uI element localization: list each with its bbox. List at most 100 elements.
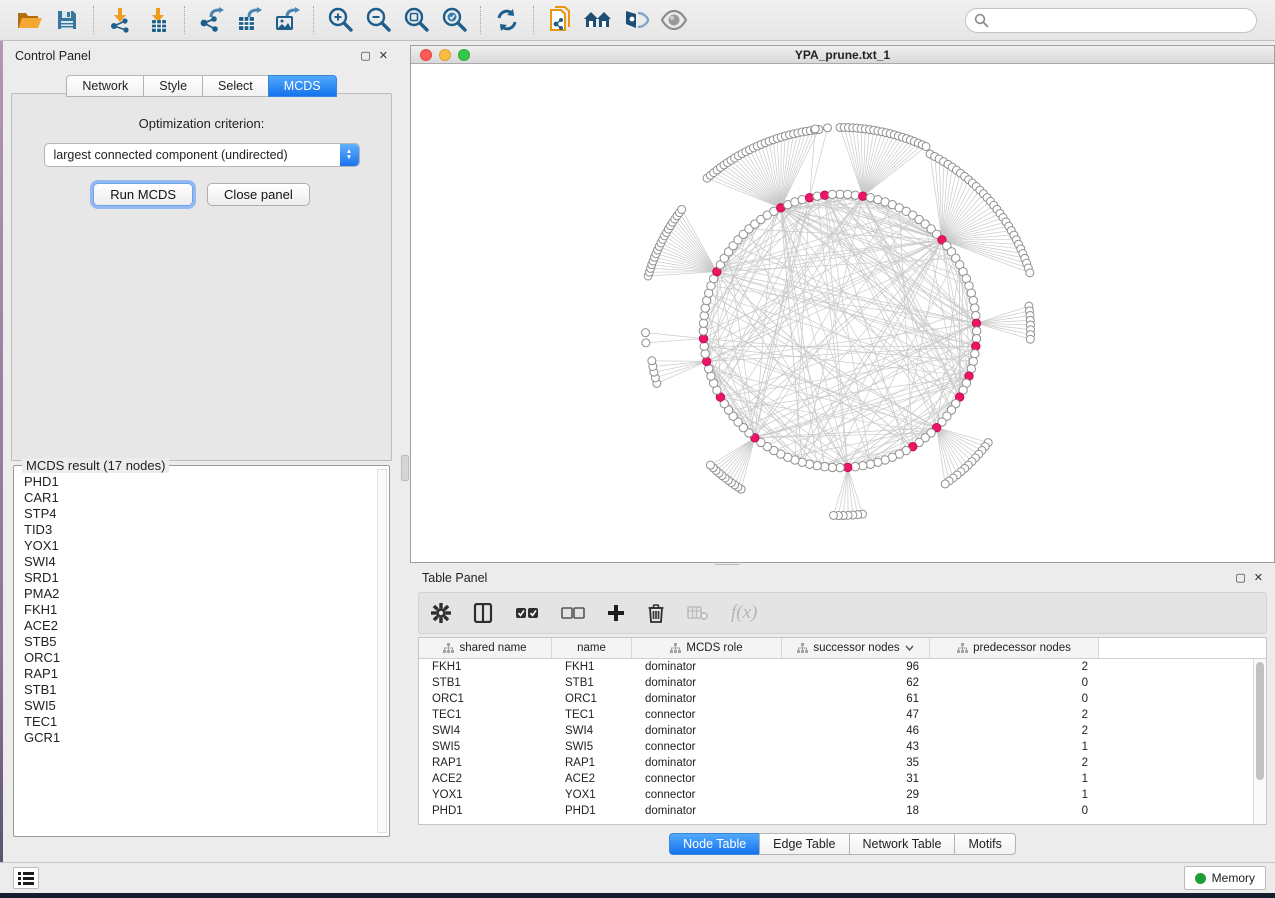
table-panel: Table Panel ▢ ✕ xyxy=(410,565,1275,862)
criterion-dropdown[interactable]: largest connected component (undirected)… xyxy=(44,143,360,167)
zoom-fit-icon[interactable] xyxy=(397,4,435,36)
table-row[interactable]: STB1STB1dominator620 xyxy=(419,675,1253,691)
export-image-icon[interactable] xyxy=(268,4,306,36)
cell-shared-name: PHD1 xyxy=(419,805,552,817)
table-row[interactable]: PHD1PHD1dominator180 xyxy=(419,803,1253,819)
task-history-button[interactable] xyxy=(13,867,39,889)
tab-node-table[interactable]: Node Table xyxy=(669,833,759,855)
export-table-icon[interactable] xyxy=(230,4,268,36)
control-panel-tabs: Network Style Select MCDS xyxy=(3,72,400,97)
close-panel-icon[interactable]: ✕ xyxy=(379,51,388,62)
columns-icon[interactable] xyxy=(473,603,493,623)
zoom-out-icon[interactable] xyxy=(359,4,397,36)
mcds-result-item[interactable]: PHD1 xyxy=(18,474,375,490)
cell-predecessor-nodes: 2 xyxy=(930,757,1099,769)
import-network-icon[interactable] xyxy=(101,4,139,36)
column-header-successor-nodes[interactable]: successor nodes xyxy=(782,638,930,658)
cell-mcds-role: dominator xyxy=(632,725,782,737)
table-header: shared name name MCDS role successor nod… xyxy=(419,638,1266,659)
close-panel-button[interactable]: Close panel xyxy=(207,183,310,206)
show-panel-icon[interactable] xyxy=(655,4,693,36)
add-column-icon[interactable] xyxy=(607,604,625,622)
table-row[interactable]: ACE2ACE2connector311 xyxy=(419,771,1253,787)
function-builder-icon[interactable]: f(x) xyxy=(731,602,757,624)
vertical-splitter[interactable] xyxy=(400,41,410,862)
cell-successor-nodes: 62 xyxy=(782,677,930,689)
mcds-result-item[interactable]: ACE2 xyxy=(18,618,375,634)
tab-edge-table[interactable]: Edge Table xyxy=(759,833,848,855)
network-from-file-icon[interactable] xyxy=(541,4,579,36)
clear-selection-icon[interactable] xyxy=(561,606,585,620)
splitter-handle[interactable] xyxy=(401,455,409,481)
table-row[interactable]: YOX1YOX1connector291 xyxy=(419,787,1253,803)
hierarchy-icon[interactable] xyxy=(579,4,617,36)
gear-icon[interactable] xyxy=(431,603,451,623)
table-row[interactable]: RAP1RAP1dominator352 xyxy=(419,755,1253,771)
cell-predecessor-nodes: 1 xyxy=(930,789,1099,801)
cell-predecessor-nodes: 1 xyxy=(930,773,1099,785)
toolbar-separator xyxy=(313,6,314,34)
close-panel-icon[interactable]: ✕ xyxy=(1254,573,1263,584)
mcds-result-item[interactable]: STP4 xyxy=(18,506,375,522)
mcds-result-item[interactable]: STB5 xyxy=(18,634,375,650)
delete-table-icon[interactable] xyxy=(687,605,709,621)
network-canvas[interactable] xyxy=(411,64,1274,562)
save-session-icon[interactable] xyxy=(48,4,86,36)
mcds-result-item[interactable]: YOX1 xyxy=(18,538,375,554)
network-view: YPA_prune.txt_1 xyxy=(410,45,1275,563)
import-table-icon[interactable] xyxy=(139,4,177,36)
table-scrollbar[interactable] xyxy=(1253,659,1266,824)
mcds-result-list[interactable]: PHD1CAR1STP4TID3YOX1SWI4SRD1PMA2FKH1ACE2… xyxy=(18,474,375,832)
mcds-result-item[interactable]: SRD1 xyxy=(18,570,375,586)
memory-button[interactable]: Memory xyxy=(1184,866,1266,890)
result-list-scrollbar[interactable] xyxy=(377,469,387,833)
mcds-result-item[interactable]: FKH1 xyxy=(18,602,375,618)
zoom-in-icon[interactable] xyxy=(321,4,359,36)
select-all-icon[interactable] xyxy=(515,606,539,620)
tab-style[interactable]: Style xyxy=(143,75,202,97)
mcds-result-item[interactable]: SWI5 xyxy=(18,698,375,714)
float-panel-icon[interactable]: ▢ xyxy=(360,51,370,62)
zoom-selected-icon[interactable] xyxy=(435,4,473,36)
mcds-result-item[interactable]: TEC1 xyxy=(18,714,375,730)
list-icon xyxy=(18,871,34,885)
mcds-result-item[interactable]: RAP1 xyxy=(18,666,375,682)
column-header-mcds-role[interactable]: MCDS role xyxy=(632,638,782,658)
tab-motifs[interactable]: Motifs xyxy=(954,833,1015,855)
search-field[interactable] xyxy=(965,8,1257,33)
refresh-icon[interactable] xyxy=(488,4,526,36)
float-panel-icon[interactable]: ▢ xyxy=(1235,573,1245,584)
criterion-dropdown-value: largest connected component (undirected) xyxy=(45,148,340,162)
mcds-result-item[interactable]: TID3 xyxy=(18,522,375,538)
mcds-result-item[interactable]: PMA2 xyxy=(18,586,375,602)
table-row[interactable]: FKH1FKH1dominator962 xyxy=(419,659,1253,675)
table-tabs: Node Table Edge Table Network Table Moti… xyxy=(410,833,1275,855)
tab-select[interactable]: Select xyxy=(202,75,268,97)
export-network-icon[interactable] xyxy=(192,4,230,36)
table-row[interactable]: ORC1ORC1dominator610 xyxy=(419,691,1253,707)
open-file-icon[interactable] xyxy=(10,4,48,36)
mcds-result-item[interactable]: SWI4 xyxy=(18,554,375,570)
mcds-result-item[interactable]: CAR1 xyxy=(18,490,375,506)
mcds-result-box: MCDS result (17 nodes) PHD1CAR1STP4TID3Y… xyxy=(13,465,390,837)
tab-network[interactable]: Network xyxy=(66,75,143,97)
column-header-shared-name[interactable]: shared name xyxy=(419,638,552,658)
hide-panel-icon[interactable] xyxy=(617,4,655,36)
cell-predecessor-nodes: 0 xyxy=(930,805,1099,817)
column-label: shared name xyxy=(459,642,526,654)
tab-network-table[interactable]: Network Table xyxy=(849,833,955,855)
table-row[interactable]: SWI5SWI5connector431 xyxy=(419,739,1253,755)
column-header-name[interactable]: name xyxy=(552,638,632,658)
search-input[interactable] xyxy=(994,13,1248,27)
mcds-result-item[interactable]: ORC1 xyxy=(18,650,375,666)
tab-mcds[interactable]: MCDS xyxy=(268,75,337,97)
delete-column-icon[interactable] xyxy=(647,603,665,623)
scrollbar-thumb[interactable] xyxy=(1256,662,1264,780)
cell-predecessor-nodes: 0 xyxy=(930,693,1099,705)
column-header-predecessor-nodes[interactable]: predecessor nodes xyxy=(930,638,1099,658)
mcds-result-item[interactable]: GCR1 xyxy=(18,730,375,746)
mcds-result-item[interactable]: STB1 xyxy=(18,682,375,698)
run-mcds-button[interactable]: Run MCDS xyxy=(93,183,193,206)
table-row[interactable]: SWI4SWI4dominator462 xyxy=(419,723,1253,739)
table-row[interactable]: TEC1TEC1connector472 xyxy=(419,707,1253,723)
